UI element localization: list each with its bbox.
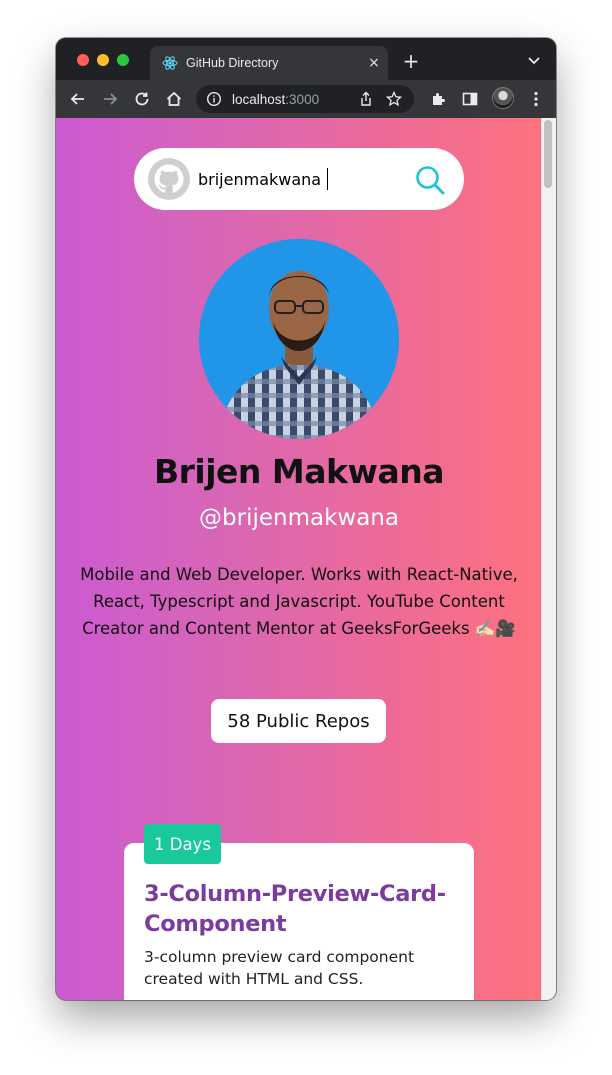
browser-window: GitHub Directory × + localhost:3000 bri… [56, 38, 556, 1000]
tab-title: GitHub Directory [186, 56, 279, 70]
home-icon[interactable] [164, 89, 184, 109]
user-avatar [199, 239, 399, 439]
public-repos-badge: 58 Public Repos [211, 699, 386, 743]
scrollbar[interactable] [541, 118, 556, 1000]
chevron-down-icon[interactable] [526, 52, 542, 68]
text-caret [327, 168, 328, 190]
repo-card[interactable]: 3-Column-Preview-Card-Component 3-column… [124, 843, 474, 1000]
repo-age-badge: 1 Days [144, 824, 221, 864]
search-icon[interactable] [414, 164, 446, 196]
address-bar[interactable]: localhost:3000 [196, 85, 414, 113]
browser-toolbar: localhost:3000 [56, 80, 556, 118]
url-host: localhost [232, 91, 286, 107]
forward-arrow-icon[interactable] [100, 89, 120, 109]
minimize-window-button[interactable] [97, 54, 109, 66]
extensions-icon[interactable] [428, 89, 448, 109]
profile-login: @brijenmakwana [199, 505, 399, 531]
side-panel-icon[interactable] [460, 89, 480, 109]
tab-close-icon[interactable]: × [360, 55, 388, 71]
reload-icon[interactable] [132, 89, 152, 109]
maximize-window-button[interactable] [117, 54, 129, 66]
share-icon[interactable] [358, 91, 374, 107]
user-search-bar [134, 148, 464, 210]
page-viewport: Brijen Makwana @brijenmakwana Mobile and… [56, 118, 556, 1000]
tab-github-directory[interactable]: GitHub Directory × [150, 46, 388, 80]
more-menu-icon[interactable] [526, 89, 546, 109]
repo-title[interactable]: 3-Column-Preview-Card-Component [144, 879, 464, 939]
repo-description: 3-column preview card component created … [144, 948, 415, 988]
new-tab-button[interactable]: + [400, 50, 422, 72]
react-icon [162, 55, 178, 71]
close-window-button[interactable] [77, 54, 89, 66]
star-icon[interactable] [385, 90, 403, 107]
search-input[interactable] [198, 164, 408, 194]
back-arrow-icon[interactable] [68, 89, 88, 109]
url-port: :3000 [285, 91, 320, 107]
profile-name: Brijen Makwana [154, 452, 444, 491]
profile-avatar[interactable] [492, 87, 514, 109]
profile-bio: Mobile and Web Developer. Works with Rea… [80, 565, 518, 638]
scrollbar-thumb[interactable] [544, 120, 552, 188]
info-icon[interactable] [206, 91, 222, 107]
titlebar: GitHub Directory × + [56, 38, 556, 80]
github-icon [148, 158, 190, 200]
